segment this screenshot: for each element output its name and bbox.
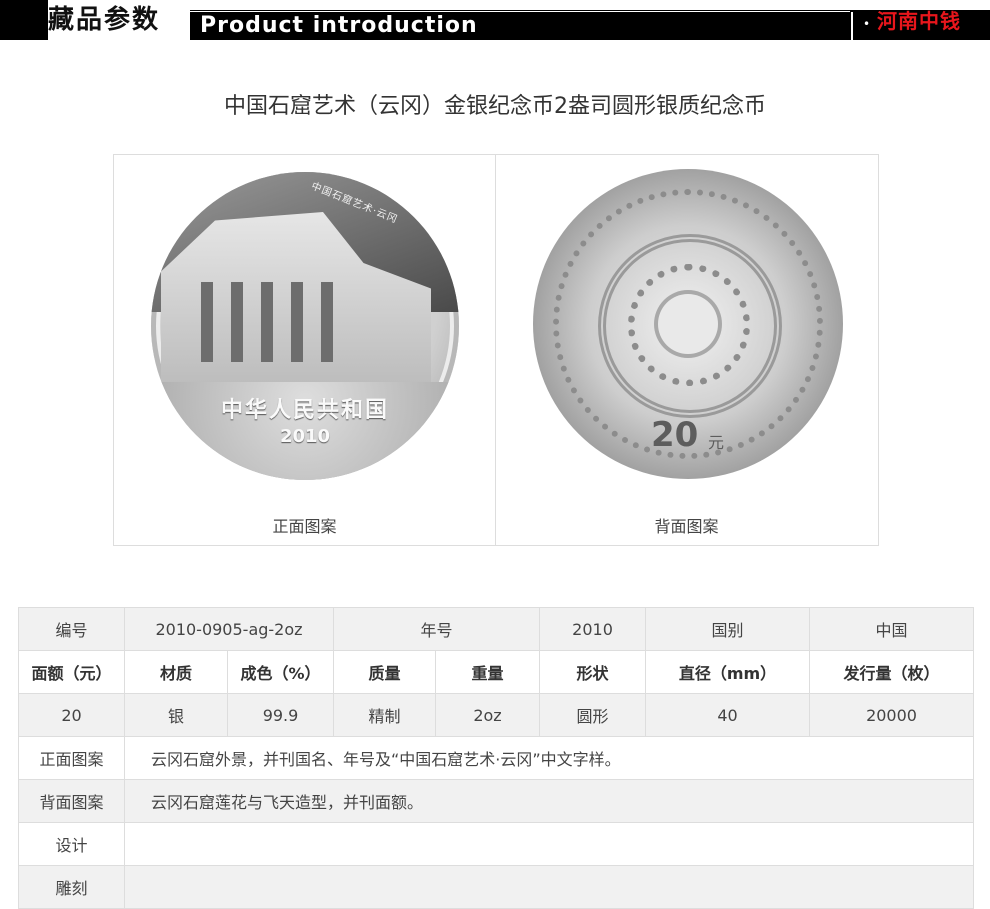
value-cell: 圆形 [539, 693, 647, 737]
table-row: 面额（元） 材质 成色（%） 质量 重量 形状 直径（mm） 发行量（枚） [18, 650, 975, 694]
table-row: 雕刻 [18, 865, 975, 909]
reverse-description: 云冈石窟莲花与飞天造型，并刊面额。 [123, 779, 975, 823]
reverse-label: 背面图案 [18, 779, 125, 823]
obverse-label: 正面图案 [18, 736, 125, 780]
header-separator [851, 12, 853, 40]
header-cell: 直径（mm） [645, 650, 811, 694]
table-row: 正面图案 云冈石窟外景，并刊国名、年号及“中国石窟艺术·云冈”中文字样。 [18, 736, 975, 780]
engrave-label: 雕刻 [18, 865, 125, 909]
value-cell: 40 [645, 693, 811, 737]
coin-pillar [291, 282, 303, 362]
coin-images-panel: 中国石窟艺术·云冈 中华人民共和国 2010 正面图案 20 元 背面图案 [113, 154, 879, 546]
table-row: 背面图案 云冈石窟莲花与飞天造型，并刊面额。 [18, 779, 975, 823]
spec-table: 编号 2010-0905-ag-2oz 年号 2010 国别 中国 面额（元） … [18, 607, 975, 909]
header-cell: 重量 [434, 650, 541, 694]
country-label: 国别 [645, 607, 811, 651]
section-title-en: Product introduction [200, 13, 478, 38]
bullet-icon: • [863, 17, 871, 31]
header-cell: 形状 [539, 650, 647, 694]
value-cell: 20000 [809, 693, 975, 737]
coin-pillar [261, 282, 273, 362]
reverse-coin-image[interactable]: 20 元 [533, 169, 843, 479]
coin-pillar [231, 282, 243, 362]
value-cell: 精制 [333, 693, 436, 737]
header-cell: 成色（%） [227, 650, 334, 694]
obverse-coin-image[interactable]: 中国石窟艺术·云冈 中华人民共和国 2010 [151, 172, 459, 480]
year-label: 年号 [332, 607, 541, 651]
value-cell: 20 [18, 693, 125, 737]
year-value: 2010 [539, 607, 647, 651]
serial-label: 编号 [18, 607, 125, 651]
product-title: 中国石窟艺术（云冈）金银纪念币2盎司圆形银质纪念币 [224, 94, 766, 119]
coin-denomination: 20 [651, 415, 699, 455]
design-value [123, 822, 975, 866]
header-cell: 发行量（枚） [809, 650, 975, 694]
coin-year: 2010 [279, 426, 331, 447]
table-row: 设计 [18, 822, 975, 866]
value-cell: 2oz [434, 693, 541, 737]
design-label: 设计 [18, 822, 125, 866]
value-cell: 银 [124, 693, 228, 737]
coin-pillar [201, 282, 213, 362]
obverse-caption: 正面图案 [272, 517, 337, 536]
header-cell: 面额（元） [18, 650, 125, 694]
country-value: 中国 [809, 607, 975, 651]
header-cell: 质量 [333, 650, 436, 694]
obverse-description: 云冈石窟外景，并刊国名、年号及“中国石窟艺术·云冈”中文字样。 [123, 736, 975, 780]
header-left-block [0, 0, 48, 40]
obverse-cell: 中国石窟艺术·云冈 中华人民共和国 2010 正面图案 [114, 155, 495, 545]
brand-name: 河南中钱 [877, 9, 961, 33]
section-header: 藏品参数 Product introduction • 河南中钱 [0, 0, 990, 40]
coin-country-name: 中华人民共和国 [220, 398, 389, 423]
reverse-caption: 背面图案 [654, 517, 719, 536]
coin-unit: 元 [708, 433, 725, 452]
reverse-cell: 20 元 背面图案 [496, 155, 877, 545]
table-row: 20 银 99.9 精制 2oz 圆形 40 20000 [18, 693, 975, 737]
coin-pillar [321, 282, 333, 362]
section-title-cn: 藏品参数 [48, 0, 190, 40]
header-cell: 材质 [124, 650, 228, 694]
table-row: 编号 2010-0905-ag-2oz 年号 2010 国别 中国 [18, 607, 975, 651]
engrave-value [123, 865, 975, 909]
value-cell: 99.9 [227, 693, 334, 737]
coin-lotus-center [658, 294, 718, 354]
serial-value: 2010-0905-ag-2oz [124, 607, 334, 651]
